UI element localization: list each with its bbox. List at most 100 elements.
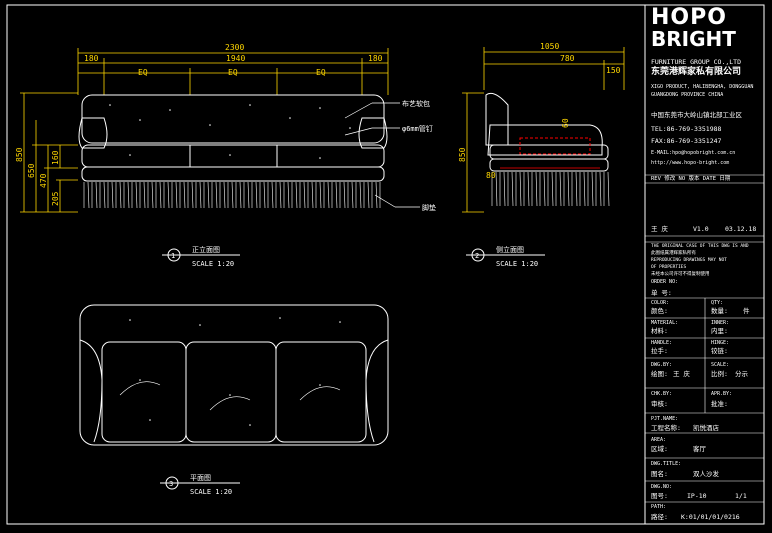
dim-eq-2: EQ — [228, 68, 238, 77]
front-dim-text: 2300 180 1940 180 EQ EQ EQ — [84, 43, 383, 77]
chk-by-cn: 审核: — [651, 400, 668, 408]
tel: TEL:86-769-3351988 — [651, 125, 722, 133]
dim-arm-left: 180 — [84, 54, 99, 63]
front-callouts: 布艺软包 φ6mm管钉 脚垫 — [402, 99, 436, 212]
plan-view-number: 3 — [169, 480, 173, 488]
dim-seat: 1940 — [226, 54, 245, 63]
hinge-label: HINGE: — [711, 340, 730, 346]
dwg-title-value: 双人沙发 — [693, 470, 719, 478]
front-title-text: 1 正立面图 SCALE 1:20 — [171, 245, 234, 268]
order-label: ORDER NO: — [651, 279, 679, 285]
area-label: AREA: — [651, 437, 667, 443]
dim-side-height: 850 — [458, 147, 467, 162]
front-view-number: 1 — [171, 252, 175, 260]
dwg-by-cn: 绘图: — [651, 370, 668, 378]
dim-total: 2300 — [225, 43, 244, 52]
path-label: PATH: — [651, 504, 667, 510]
dim-eq-3: EQ — [316, 68, 326, 77]
path-value: K:01/01/01/0216 — [681, 513, 740, 521]
dim-h160: 160 — [51, 150, 60, 165]
plan-view-scale: SCALE 1:20 — [190, 488, 232, 496]
side-view-scale: SCALE 1:20 — [496, 260, 538, 268]
dim-d80: 80 — [486, 171, 496, 180]
area-cn: 区域: — [651, 445, 668, 453]
side-view-number: 2 — [475, 252, 479, 260]
color-label: COLOR: — [651, 300, 670, 306]
path-cn: 路径: — [651, 513, 668, 521]
address-line-2: GUANGDONG PROVINCE CHINA — [651, 92, 724, 98]
drawing-window: { "drawing": { "front_view": { "dims": {… — [0, 0, 772, 533]
company-cn: 东莞港辉家私有限公司 — [651, 67, 742, 77]
logo-hopo: HOPO — [651, 5, 727, 30]
plan-view — [79, 304, 389, 490]
dim-depth: 1050 — [540, 42, 559, 51]
qty-label: QTY: — [711, 300, 724, 306]
dim-h470: 470 — [39, 173, 48, 188]
front-elevation — [20, 48, 420, 262]
qty-unit: 件 — [743, 307, 750, 315]
notice-5: 未经本公司许可不得复制使用 — [651, 272, 710, 277]
scale-label: SCALE: — [711, 362, 730, 368]
apr-by-label: APR.BY: — [711, 391, 733, 397]
dwg-no-label: DWG.NO: — [651, 484, 673, 490]
dwg-by-label: DWG.BY: — [651, 362, 673, 368]
hinge-cn: 铰链: — [711, 347, 728, 355]
project-value: 凯悦酒店 — [693, 424, 719, 432]
handle-label: HANDLE: — [651, 340, 673, 346]
dim-h205: 205 — [51, 191, 60, 206]
dwg-no-cn: 图号: — [651, 492, 668, 500]
revision-date: 03.12.18 — [725, 225, 757, 233]
side-fringe — [491, 171, 610, 207]
material-cn: 材料: — [651, 327, 668, 335]
dim-eq-1: EQ — [138, 68, 148, 77]
callout-pipe: φ6mm管钉 — [402, 124, 433, 133]
revision-header: REV 修改 NO 版本 DATE 日期 — [651, 176, 731, 182]
logo-bright: BRIGHT — [651, 27, 736, 51]
area-value: 客厅 — [693, 445, 706, 453]
color-cn: 颜色: — [651, 307, 668, 315]
handle-cn: 拉手: — [651, 347, 668, 355]
plan-view-title: 平面图 — [190, 474, 211, 482]
notice-2: 此图纸属港辉家私所有 — [651, 251, 696, 256]
dwg-no-value: IP-10 — [687, 492, 707, 500]
front-fringe — [83, 181, 381, 209]
plan-title-text: 3 平面图 SCALE 1:20 — [169, 474, 232, 496]
callout-base: 脚垫 — [422, 203, 436, 212]
apr-by-cn: 批准: — [711, 400, 728, 408]
fax: FAX:86-769-3351247 — [651, 137, 722, 145]
dwg-title-label: DWG.TITLE: — [651, 461, 682, 467]
plan-texture — [129, 317, 341, 426]
scale-value: 分示 — [735, 370, 748, 378]
address-cn: 中国东莞市大岭山镇北部工业区 — [651, 111, 742, 119]
project-cn: 工程名称: — [651, 424, 681, 432]
front-texture — [109, 104, 351, 159]
title-block: HOPO BRIGHT FURNITURE GROUP CO.,LTD 东莞港辉… — [645, 5, 763, 524]
notice-4: OF PROPERTIES — [651, 265, 687, 270]
side-view-title: 侧立面图 — [496, 245, 524, 254]
qty-cn: 数量: — [711, 307, 728, 315]
address-line-1: XIGO PRODUCT, HALIBENGHA, DONGGUAN — [651, 84, 754, 90]
dwg-title-cn: 图名: — [651, 470, 668, 478]
chk-by-label: CHK.BY: — [651, 391, 673, 397]
front-height-text: 850 650 470 205 160 — [15, 147, 60, 206]
project-label: PJT.NAME: — [651, 416, 679, 422]
scale-cn: 比例: — [711, 370, 728, 378]
side-title-text: 2 侧立面图 SCALE 1:20 — [475, 245, 538, 268]
website: http://www.hopo-bright.com — [651, 160, 730, 166]
dim-d60: 60 — [561, 118, 570, 128]
dim-seat-depth: 780 — [560, 54, 575, 63]
sheet-number: 1/1 — [735, 492, 747, 500]
dim-arm-right: 180 — [368, 54, 383, 63]
front-view-title: 正立面图 — [192, 245, 220, 254]
front-view-scale: SCALE 1:20 — [192, 260, 234, 268]
revision-version: V1.0 — [693, 225, 709, 233]
notice-3: REPRODUCING DRAWINGS MAY NOT — [651, 258, 727, 263]
dim-h850: 850 — [15, 147, 24, 162]
callout-fabric: 布艺软包 — [402, 99, 430, 108]
inner-cn: 内里: — [711, 327, 728, 335]
material-label: MATERIAL: — [651, 320, 679, 326]
dim-h650: 650 — [27, 163, 36, 178]
dim-arm-side: 150 — [606, 66, 621, 75]
company-en: FURNITURE GROUP CO.,LTD — [651, 58, 742, 66]
inner-label: INNER: — [711, 320, 730, 326]
